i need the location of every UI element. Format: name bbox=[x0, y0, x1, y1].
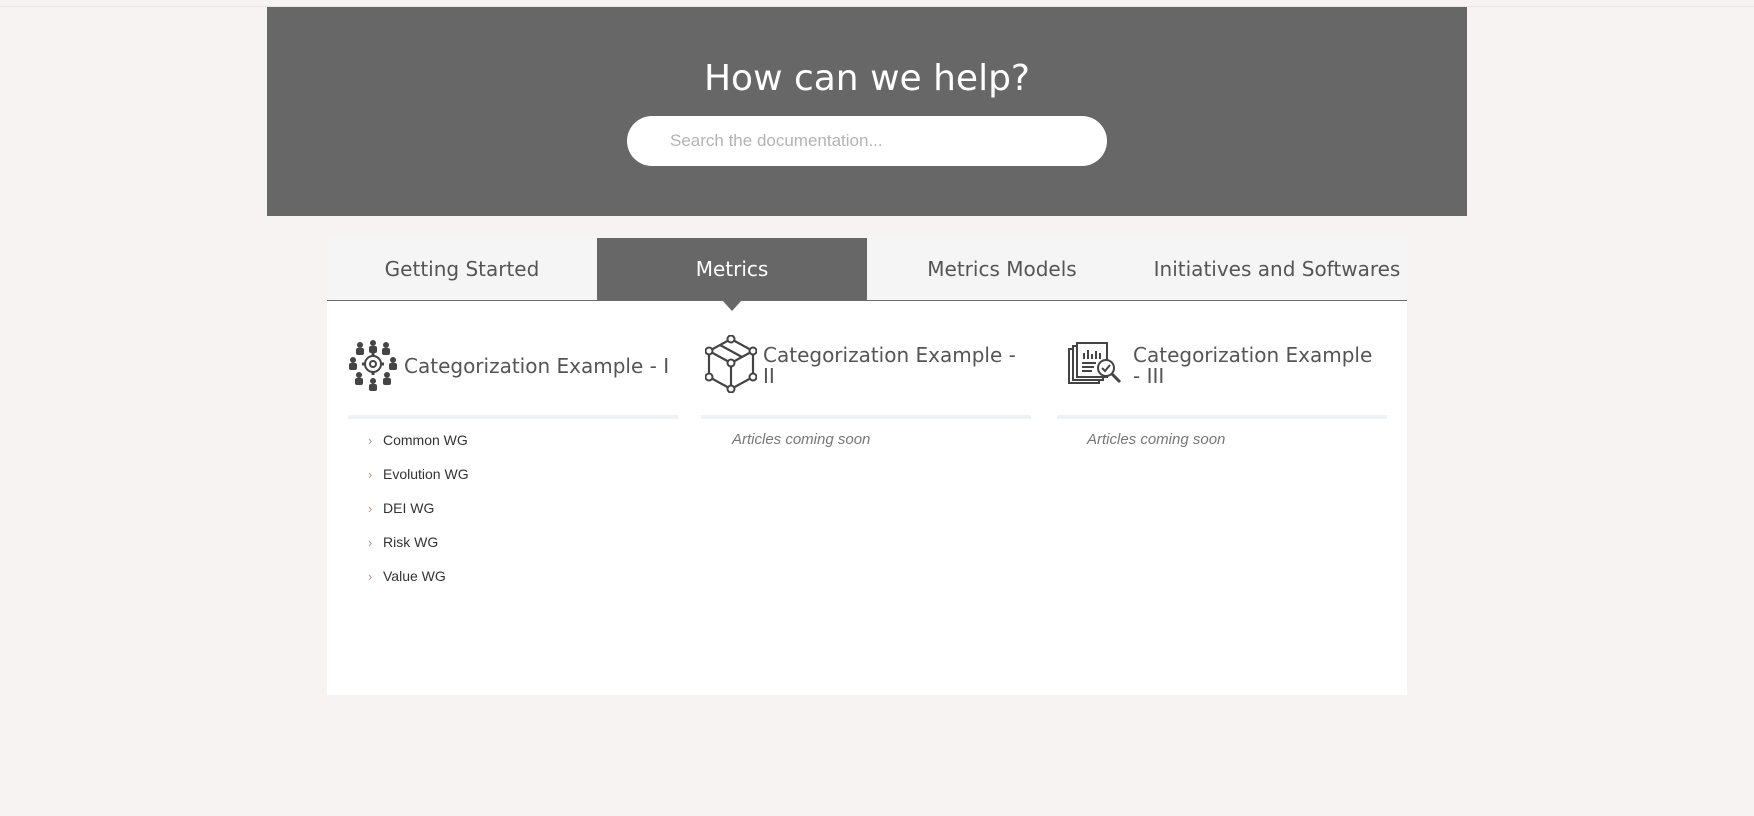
article-link[interactable]: DEI WG bbox=[383, 500, 434, 516]
article-list: › Common WG › Evolution WG › DEI WG › Risk W… bbox=[348, 423, 678, 593]
category-tabs: Getting Started Metrics Metrics Models I… bbox=[327, 238, 1407, 311]
team-gear-icon bbox=[348, 337, 398, 396]
category-column-2: Categorization Example - II Articles com… bbox=[701, 331, 1031, 448]
category-header[interactable]: Categorization Example - I bbox=[348, 331, 678, 401]
docs-panel: Getting Started Metrics Metrics Models I… bbox=[327, 238, 1407, 695]
list-item[interactable]: › Evolution WG bbox=[348, 457, 678, 491]
category-header[interactable]: Categorization Example - II bbox=[701, 331, 1031, 401]
article-link[interactable]: Evolution WG bbox=[383, 466, 469, 482]
cube-network-icon bbox=[704, 334, 758, 398]
tab-getting-started[interactable]: Getting Started bbox=[327, 238, 597, 300]
category-title[interactable]: Categorization Example - II bbox=[763, 345, 1031, 387]
category-column-3: Categorization Example - III Articles co… bbox=[1057, 331, 1387, 448]
empty-state-text: Articles coming soon bbox=[1087, 431, 1226, 448]
list-item[interactable]: › Value WG bbox=[348, 559, 678, 593]
list-item[interactable]: › DEI WG bbox=[348, 491, 678, 525]
list-item[interactable]: › Risk WG bbox=[348, 525, 678, 559]
chevron-right-icon: › bbox=[368, 534, 373, 550]
tab-metrics[interactable]: Metrics bbox=[597, 238, 867, 311]
category-title[interactable]: Categorization Example - III bbox=[1133, 345, 1373, 387]
hero-banner: How can we help? bbox=[267, 7, 1467, 216]
category-divider bbox=[1057, 415, 1387, 419]
category-divider bbox=[701, 415, 1031, 419]
search-input[interactable] bbox=[627, 116, 1107, 166]
chevron-right-icon: › bbox=[368, 568, 373, 584]
article-link[interactable]: Value WG bbox=[383, 568, 446, 584]
category-title[interactable]: Categorization Example - I bbox=[404, 355, 669, 377]
report-search-icon bbox=[1067, 341, 1123, 392]
tab-initiatives-and-softwares[interactable]: Initiatives and Softwares bbox=[1137, 238, 1417, 300]
chevron-right-icon: › bbox=[368, 500, 373, 516]
chevron-right-icon: › bbox=[368, 432, 373, 448]
chevron-right-icon: › bbox=[368, 466, 373, 482]
tab-metrics-models[interactable]: Metrics Models bbox=[867, 238, 1137, 300]
hero-title: How can we help? bbox=[703, 58, 1031, 99]
article-link[interactable]: Risk WG bbox=[383, 534, 438, 550]
category-divider bbox=[348, 415, 678, 419]
list-item[interactable]: › Common WG bbox=[348, 423, 678, 457]
category-column-1: Categorization Example - I › Common WG › E… bbox=[348, 331, 678, 593]
article-link[interactable]: Common WG bbox=[383, 432, 468, 448]
category-header[interactable]: Categorization Example - III bbox=[1057, 331, 1387, 401]
empty-state-text: Articles coming soon bbox=[732, 431, 871, 448]
